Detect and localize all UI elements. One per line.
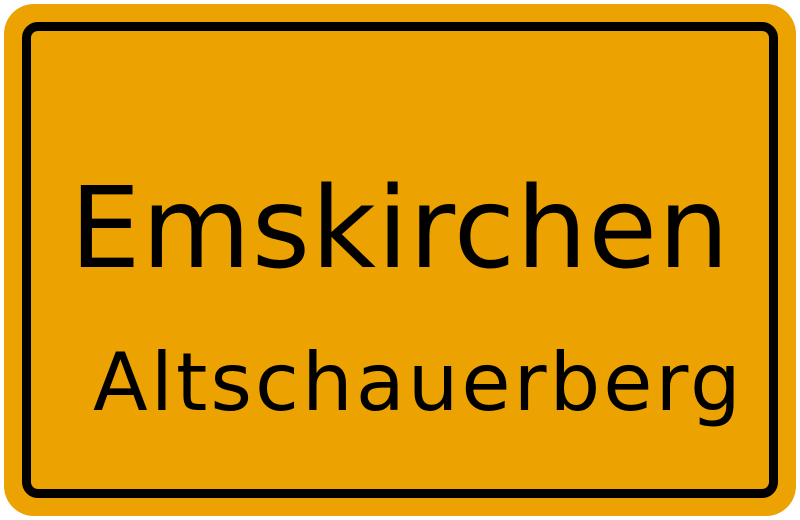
sign-border: Emskirchen Altschauerberg — [22, 22, 778, 498]
town-name: Emskirchen — [69, 164, 731, 294]
town-sign: Emskirchen Altschauerberg — [4, 4, 796, 516]
district-name: Altschauerberg — [93, 336, 744, 429]
